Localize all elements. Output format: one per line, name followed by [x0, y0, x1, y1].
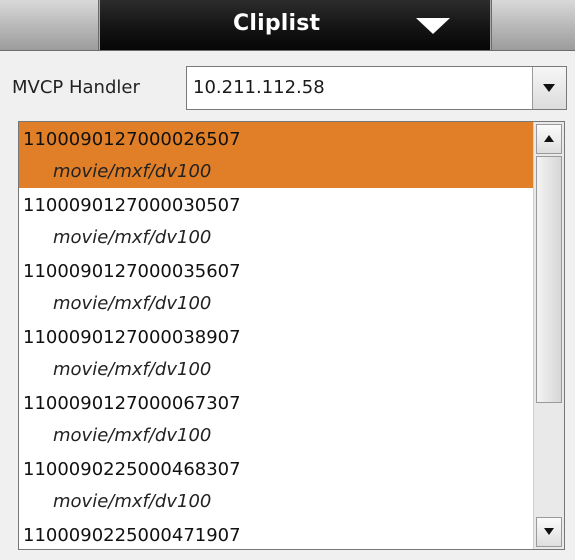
handler-dropdown-button[interactable]: [532, 67, 566, 109]
title-bar-right-segment: [491, 0, 575, 50]
clip-type: movie/mxf/dv100: [53, 293, 212, 314]
title-bar-left-segment: [0, 0, 99, 50]
clip-type: movie/mxf/dv100: [53, 161, 212, 182]
clip-list-item[interactable]: 1100090225000471907movie/mxf/dv100: [19, 518, 533, 549]
clip-type: movie/mxf/dv100: [53, 491, 212, 512]
clip-id: 1100090127000038907: [23, 327, 241, 348]
mvcp-handler-combobox[interactable]: 10.211.112.58: [186, 66, 567, 110]
clip-list-scrollbar[interactable]: [533, 122, 564, 549]
scroll-down-button[interactable]: [536, 517, 562, 547]
clip-list-item[interactable]: 1100090127000038907 movie/mxf/dv100: [19, 320, 533, 386]
clip-list-item[interactable]: 1100090127000067307 movie/mxf/dv100: [19, 386, 533, 452]
clip-id: 1100090127000067307: [23, 393, 241, 414]
title-bar-center-segment[interactable]: Cliplist: [99, 0, 491, 50]
clip-type: movie/mxf/dv100: [53, 227, 212, 248]
cliplist-panel: Cliplist MVCP Handler 10.211.112.58 1100…: [0, 0, 575, 560]
clip-list-items: 1100090127000026507 movie/mxf/dv100 110009…: [19, 122, 533, 549]
clip-list[interactable]: 1100090127000026507 movie/mxf/dv100 110009…: [18, 121, 565, 550]
triangle-down-icon[interactable]: [416, 18, 450, 34]
panel-title: Cliplist: [233, 11, 321, 36]
chevron-down-icon: [543, 84, 555, 92]
clip-id: 1100090225000471907: [23, 525, 241, 546]
scroll-up-arrow-icon: [544, 135, 554, 142]
clip-id: 1100090127000030507: [23, 195, 241, 216]
clip-list-item[interactable]: 1100090127000026507 movie/mxf/dv100: [19, 122, 533, 188]
clip-list-item[interactable]: 1100090127000035607 movie/mxf/dv100: [19, 254, 533, 320]
clip-list-item[interactable]: 1100090225000468307 movie/mxf/dv100: [19, 452, 533, 518]
mvcp-handler-label: MVCP Handler: [12, 77, 140, 98]
title-bar: Cliplist: [0, 0, 575, 51]
clip-type: movie/mxf/dv100: [53, 359, 212, 380]
scrollbar-thumb[interactable]: [536, 156, 562, 403]
clip-list-item[interactable]: 1100090127000030507 movie/mxf/dv100: [19, 188, 533, 254]
scroll-down-arrow-icon: [544, 528, 554, 535]
clip-id: 1100090225000468307: [23, 459, 241, 480]
clip-id: 1100090127000035607: [23, 261, 241, 282]
clip-type: movie/mxf/dv100: [53, 425, 212, 446]
mvcp-handler-value[interactable]: 10.211.112.58: [193, 67, 325, 109]
clip-id: 1100090127000026507: [23, 129, 241, 150]
scroll-up-button[interactable]: [536, 124, 562, 154]
